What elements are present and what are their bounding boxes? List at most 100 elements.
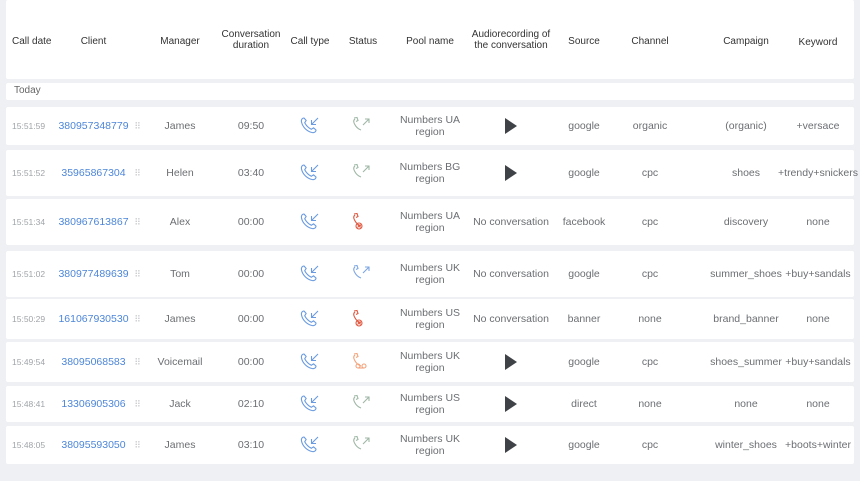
incoming-call-icon — [299, 211, 321, 233]
keyword-value: +buy+sandals — [785, 356, 851, 368]
conversation-duration: 03:40 — [237, 167, 265, 179]
play-recording-button[interactable] — [505, 396, 517, 412]
group-row-today: Today — [6, 83, 854, 100]
table-row[interactable]: 15:51:59 380957348779 ⠿ James 09:50 Numb… — [6, 107, 854, 145]
column-header-manager[interactable]: Manager — [146, 0, 214, 79]
source-value: facebook — [562, 216, 606, 228]
incoming-call-icon — [299, 263, 321, 285]
channel-value: none — [638, 313, 662, 325]
column-header-call-date[interactable]: Call date — [6, 0, 62, 79]
conversation-duration: 00:00 — [237, 313, 265, 325]
table-row[interactable]: 15:49:54 38095068583 ⠿ Voicemail 00:00 N… — [6, 342, 854, 382]
missed-call-icon — [351, 211, 375, 233]
pool-name: Numbers US region — [399, 307, 461, 331]
channel-value: none — [638, 398, 662, 410]
missed-call-icon — [351, 308, 375, 330]
keyword-value: +versace — [796, 120, 840, 132]
client-phone-link[interactable]: 35965867304 — [61, 167, 125, 179]
conversation-duration: 00:00 — [237, 356, 265, 368]
keyword-value: none — [806, 216, 830, 228]
drag-handle-icon[interactable]: ⠿ — [134, 313, 141, 325]
source-value: google — [568, 439, 600, 451]
conversation-duration: 02:10 — [237, 398, 265, 410]
column-header-source[interactable]: Source — [554, 0, 614, 79]
group-label: Today — [14, 85, 41, 96]
client-phone-link[interactable]: 13306905306 — [61, 398, 125, 410]
keyword-value: +boots+winter — [785, 439, 851, 451]
call-time: 15:51:59 — [12, 121, 46, 131]
call-time: 15:48:41 — [12, 399, 46, 409]
drag-handle-icon[interactable]: ⠿ — [134, 268, 141, 280]
play-recording-button[interactable] — [505, 118, 517, 134]
manager-name: Tom — [170, 268, 190, 280]
column-header-keyword[interactable]: Keyword — [770, 0, 860, 79]
play-recording-button[interactable] — [505, 165, 517, 181]
manager-name: Alex — [169, 216, 191, 228]
call-time: 15:50:29 — [12, 314, 46, 324]
client-phone-link[interactable]: 38095068583 — [61, 356, 125, 368]
call-time: 15:51:34 — [12, 217, 46, 227]
no-conversation-label: No conversation — [473, 268, 549, 280]
pool-name: Numbers UA region — [399, 210, 461, 234]
channel-value: organic — [632, 120, 668, 132]
source-value: google — [568, 356, 600, 368]
table-header: Call date Client Manager Conversation du… — [6, 0, 854, 79]
play-recording-button[interactable] — [505, 437, 517, 453]
client-phone-link[interactable]: 380977489639 — [58, 268, 128, 280]
client-phone-link[interactable]: 38095593050 — [61, 439, 125, 451]
answered-call-icon — [351, 393, 375, 415]
column-header-call-type[interactable]: Call type — [286, 0, 334, 79]
unanswered-call-icon — [351, 263, 375, 285]
channel-value: cpc — [641, 216, 659, 228]
drag-handle-icon[interactable]: ⠿ — [134, 120, 141, 132]
drag-handle-icon[interactable]: ⠿ — [134, 216, 141, 228]
table-row[interactable]: 15:51:52 35965867304 ⠿ Helen 03:40 Numbe… — [6, 150, 858, 196]
client-phone-link[interactable]: 161067930530 — [58, 313, 128, 325]
incoming-call-icon — [299, 308, 321, 330]
keyword-value: +buy+sandals — [785, 268, 851, 280]
table-row[interactable]: 15:48:05 38095593050 ⠿ James 03:10 Numbe… — [6, 426, 854, 464]
call-time: 15:51:02 — [12, 269, 46, 279]
conversation-duration: 00:00 — [237, 268, 265, 280]
source-value: google — [568, 268, 600, 280]
drag-handle-icon[interactable]: ⠿ — [134, 167, 141, 179]
pool-name: Numbers US region — [399, 392, 461, 416]
manager-name: Voicemail — [157, 356, 203, 368]
call-time: 15:49:54 — [12, 357, 46, 367]
answered-call-icon — [351, 162, 375, 184]
conversation-duration: 09:50 — [237, 120, 265, 132]
source-value: direct — [571, 398, 597, 410]
incoming-call-icon — [299, 393, 321, 415]
column-header-status[interactable]: Status — [334, 0, 392, 79]
manager-name: James — [164, 313, 196, 325]
drag-handle-icon[interactable]: ⠿ — [134, 398, 141, 410]
no-conversation-label: No conversation — [473, 313, 549, 325]
play-recording-button[interactable] — [505, 354, 517, 370]
incoming-call-icon — [299, 351, 321, 373]
drag-handle-icon[interactable]: ⠿ — [134, 439, 141, 451]
table-row[interactable]: 15:50:29 161067930530 ⠿ James 00:00 Numb… — [6, 299, 854, 339]
channel-value: cpc — [641, 439, 659, 451]
call-time: 15:51:52 — [12, 168, 46, 178]
pool-name: Numbers UA region — [399, 114, 461, 138]
client-phone-link[interactable]: 380957348779 — [58, 120, 128, 132]
column-header-duration[interactable]: Conversation duration — [214, 0, 288, 79]
keyword-value: none — [806, 398, 830, 410]
column-header-channel[interactable]: Channel — [614, 0, 686, 79]
channel-value: cpc — [641, 356, 659, 368]
voicemail-call-icon — [351, 351, 375, 373]
column-header-pool-name[interactable]: Pool name — [392, 0, 468, 79]
column-header-audiorecording[interactable]: Audiorecording of the conversation — [468, 0, 554, 79]
drag-handle-icon[interactable]: ⠿ — [134, 356, 141, 368]
pool-name: Numbers UK region — [399, 262, 461, 286]
manager-name: James — [164, 120, 196, 132]
incoming-call-icon — [299, 115, 321, 137]
column-header-client[interactable]: Client — [56, 0, 131, 79]
client-phone-link[interactable]: 380967613867 — [58, 216, 128, 228]
table-row[interactable]: 15:48:41 13306905306 ⠿ Jack 02:10 Number… — [6, 386, 854, 422]
channel-value: cpc — [641, 268, 659, 280]
table-row[interactable]: 15:51:02 380977489639 ⠿ Tom 00:00 Number… — [6, 251, 854, 297]
pool-name: Numbers UK region — [399, 433, 461, 457]
answered-call-icon — [351, 115, 375, 137]
table-row[interactable]: 15:51:34 380967613867 ⠿ Alex 00:00 Numbe… — [6, 199, 854, 245]
